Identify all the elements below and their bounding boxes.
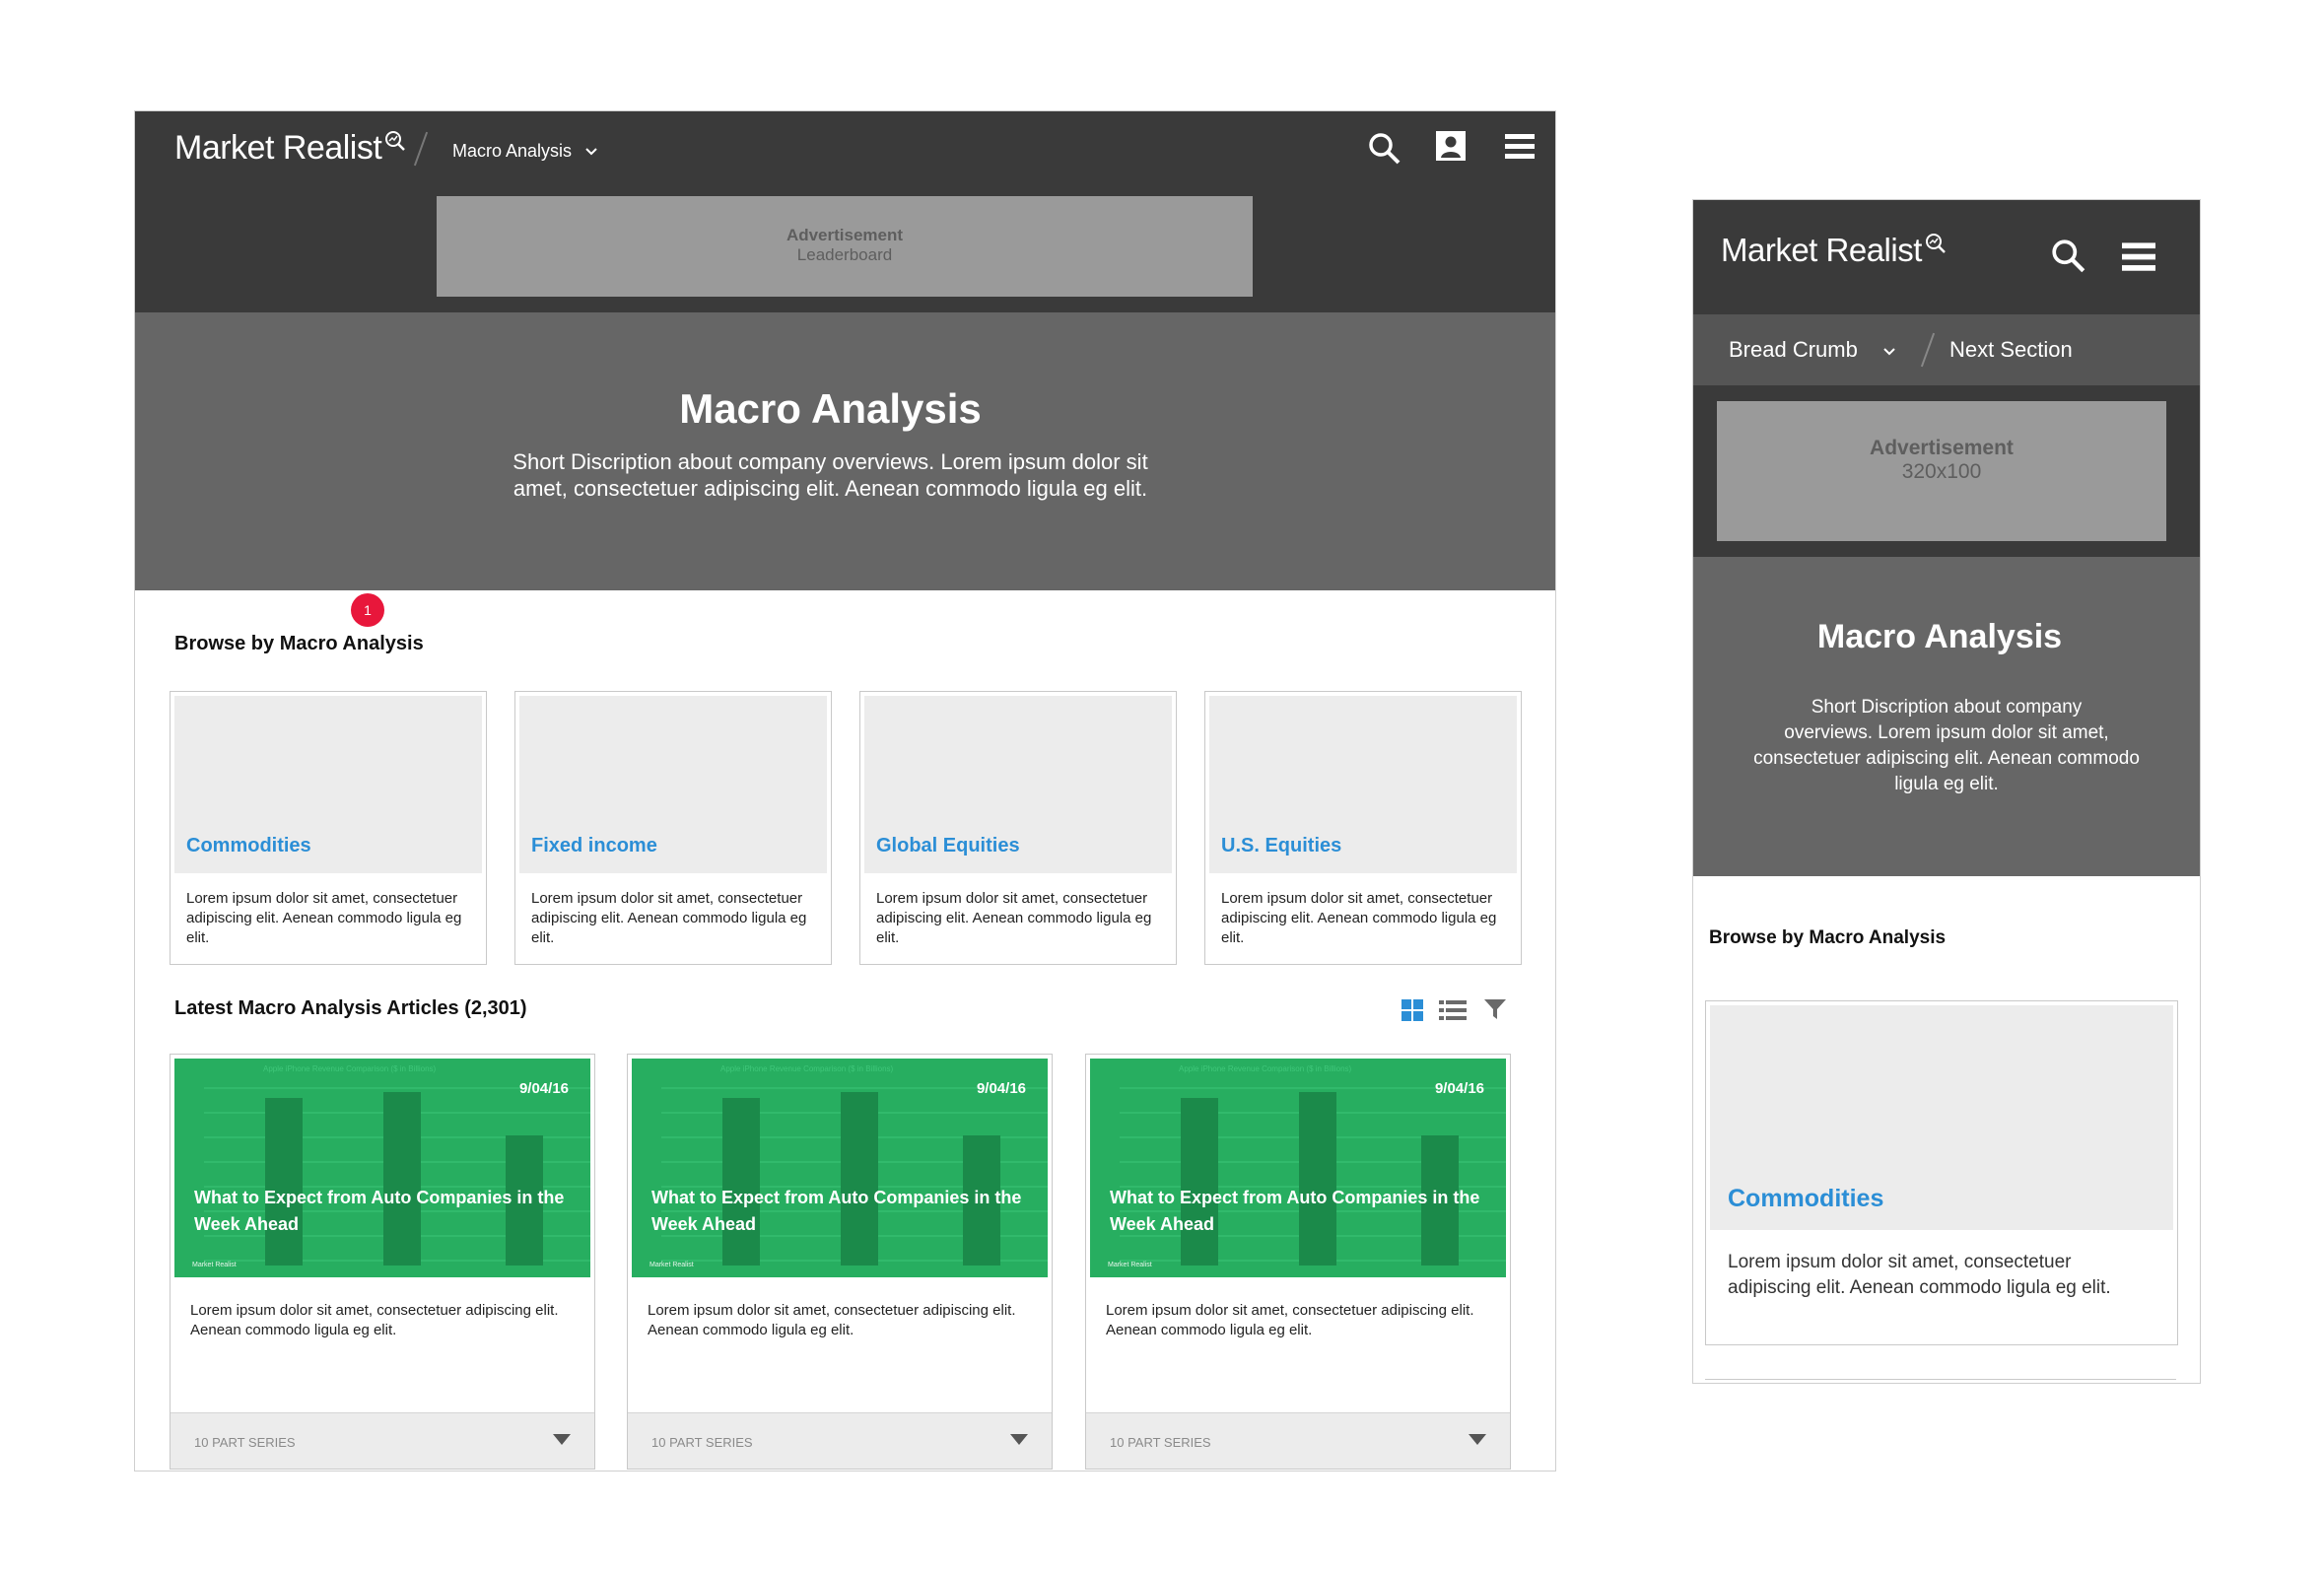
- mobile-breadcrumb-bar: Bread Crumb Next Section: [1693, 314, 2200, 385]
- category-card[interactable]: Commodities Lorem ipsum dolor sit amet, …: [170, 691, 487, 965]
- hamburger-menu-icon[interactable]: [1503, 131, 1537, 166]
- brand-logo[interactable]: Market Realist: [174, 129, 407, 168]
- mobile-category-description: Lorem ipsum dolor sit amet, consectetuer…: [1728, 1250, 2161, 1301]
- thumbnail-brand: Market Realist: [192, 1262, 237, 1268]
- mobile-category-card[interactable]: Commodities Lorem ipsum dolor sit amet, …: [1705, 1000, 2178, 1345]
- article-date: 9/04/16: [518, 1080, 569, 1097]
- series-label: 10 PART SERIES: [1110, 1435, 1211, 1450]
- article-thumbnail[interactable]: Apple iPhone Revenue Comparison ($ in Bi…: [174, 1059, 590, 1277]
- breadcrumb-divider: [413, 131, 429, 167]
- chevron-down-icon: [1864, 337, 1897, 362]
- series-label: 10 PART SERIES: [651, 1435, 753, 1450]
- article-date: 9/04/16: [976, 1080, 1026, 1097]
- category-title[interactable]: Fixed income: [531, 835, 657, 857]
- ad-label: Advertisement: [786, 226, 904, 244]
- list-view-icon[interactable]: [1439, 999, 1467, 1026]
- thumbnail-brand: Market Realist: [649, 1262, 694, 1268]
- thumbnail-chart-title: Apple iPhone Revenue Comparison ($ in Bi…: [1179, 1064, 1352, 1073]
- article-footer: 10 PART SERIES: [171, 1412, 594, 1469]
- grid-view-icon[interactable]: [1401, 998, 1424, 1027]
- ad-size-label: Leaderboard: [796, 245, 893, 264]
- mobile-hero-line1: Short Discription about company: [1811, 697, 2083, 718]
- mobile-ad-size-label: 320x100: [1901, 460, 1982, 483]
- mobile-search-icon[interactable]: [2050, 238, 2087, 280]
- article-date: 9/04/16: [1434, 1080, 1484, 1097]
- ad-band: Advertisement Leaderboard: [135, 188, 1555, 312]
- advertisement-320x100[interactable]: Advertisement 320x100: [1717, 401, 2166, 541]
- category-description: Lorem ipsum dolor sit amet, consectetuer…: [531, 890, 807, 946]
- article-card[interactable]: Apple iPhone Revenue Comparison ($ in Bi…: [1085, 1054, 1511, 1470]
- mobile-category-description-line1: Lorem ipsum dolor sit amet, consectetuer: [1728, 1252, 2072, 1272]
- page-title: Macro Analysis: [679, 385, 982, 432]
- article-headline[interactable]: What to Expect from Auto Companies in th…: [651, 1185, 1036, 1238]
- mobile-hero-section: Macro Analysis Short Discription about c…: [1693, 557, 2200, 876]
- mobile-ad-label: Advertisement: [1870, 437, 2014, 459]
- category-card[interactable]: U.S. Equities Lorem ipsum dolor sit amet…: [1204, 691, 1522, 965]
- article-headline[interactable]: What to Expect from Auto Companies in th…: [194, 1185, 579, 1238]
- article-footer: 10 PART SERIES: [628, 1412, 1052, 1469]
- chevron-down-icon: [577, 141, 598, 161]
- mobile-page-title: Macro Analysis: [1816, 618, 2063, 655]
- expand-caret-icon[interactable]: [553, 1433, 571, 1451]
- breadcrumb-dropdown[interactable]: Macro Analysis: [452, 141, 598, 162]
- advertisement-leaderboard[interactable]: Advertisement Leaderboard: [437, 196, 1253, 297]
- article-thumbnail[interactable]: Apple iPhone Revenue Comparison ($ in Bi…: [632, 1059, 1048, 1277]
- mobile-breadcrumb-dropdown[interactable]: Bread Crumb: [1729, 337, 1897, 363]
- article-excerpt: Lorem ipsum dolor sit amet, consectetuer…: [190, 1302, 559, 1338]
- mobile-category-description-line2: adipiscing elit. Aenean commodo ligula e…: [1728, 1277, 2111, 1298]
- magnifier-logo-icon: [1924, 226, 1948, 263]
- mobile-browse-section-title: Browse by Macro Analysis: [1709, 927, 1947, 948]
- mobile-hamburger-menu-icon[interactable]: [2119, 240, 2158, 278]
- article-card[interactable]: Apple iPhone Revenue Comparison ($ in Bi…: [627, 1054, 1053, 1470]
- browse-section-title: Browse by Macro Analysis: [174, 633, 424, 654]
- next-section-link[interactable]: Next Section: [1949, 337, 2073, 363]
- category-title[interactable]: Global Equities: [876, 835, 1020, 857]
- thumbnail-chart-title: Apple iPhone Revenue Comparison ($ in Bi…: [720, 1064, 894, 1073]
- thumbnail-brand: Market Realist: [1108, 1262, 1152, 1268]
- category-title[interactable]: U.S. Equities: [1221, 835, 1341, 857]
- mobile-frame: Market Realist Bread Crumb Next Section …: [1692, 199, 2201, 1384]
- next-card-edge: [1705, 1379, 2176, 1380]
- search-icon[interactable]: [1367, 131, 1402, 171]
- category-card[interactable]: Global Equities Lorem ipsum dolor sit am…: [859, 691, 1177, 965]
- expand-caret-icon[interactable]: [1010, 1433, 1028, 1451]
- article-excerpt: Lorem ipsum dolor sit amet, consectetuer…: [648, 1302, 1016, 1338]
- filter-icon[interactable]: [1483, 997, 1507, 1026]
- category-title[interactable]: Commodities: [186, 835, 311, 857]
- hero-section: Macro Analysis Short Discription about c…: [135, 312, 1555, 590]
- brand-name: Market Realist: [174, 129, 382, 167]
- top-navigation-bar: Market Realist Macro Analysis: [135, 111, 1555, 188]
- annotation-badge: 1: [351, 593, 384, 627]
- article-thumbnail[interactable]: Apple iPhone Revenue Comparison ($ in Bi…: [1090, 1059, 1506, 1277]
- article-excerpt: Lorem ipsum dolor sit amet, consectetuer…: [1106, 1302, 1474, 1338]
- article-card[interactable]: Apple iPhone Revenue Comparison ($ in Bi…: [170, 1054, 595, 1470]
- mobile-hero-line3: consectetuer adipiscing elit. Aenean com…: [1753, 748, 2140, 769]
- category-card[interactable]: Fixed income Lorem ipsum dolor sit amet,…: [514, 691, 832, 965]
- mobile-category-title[interactable]: Commodities: [1728, 1185, 1883, 1213]
- mobile-breadcrumb-label: Bread Crumb: [1729, 337, 1858, 362]
- breadcrumb-divider: [1920, 332, 1936, 368]
- category-description: Lorem ipsum dolor sit amet, consectetuer…: [186, 890, 462, 946]
- latest-articles-title: Latest Macro Analysis Articles (2,301): [174, 997, 527, 1019]
- expand-caret-icon[interactable]: [1469, 1433, 1486, 1451]
- desktop-frame: Market Realist Macro Analysis Advertisem…: [134, 110, 1556, 1471]
- account-icon[interactable]: [1434, 129, 1468, 168]
- hero-description-line1: Short Discription about company overview…: [513, 449, 1148, 474]
- mobile-hero-line2: overviews. Lorem ipsum dolor sit amet,: [1784, 722, 2109, 743]
- magnifier-logo-icon: [383, 123, 407, 162]
- category-description: Lorem ipsum dolor sit amet, consectetuer…: [876, 890, 1152, 946]
- mobile-brand-name: Market Realist: [1721, 232, 1922, 268]
- category-description: Lorem ipsum dolor sit amet, consectetuer…: [1221, 890, 1497, 946]
- mobile-top-navigation-bar: Market Realist: [1693, 200, 2200, 314]
- hero-description-line2: amet, consectetuer adipiscing elit. Aene…: [513, 476, 1148, 501]
- breadcrumb-label: Macro Analysis: [452, 141, 573, 161]
- mobile-ad-band: Advertisement 320x100: [1693, 385, 2200, 557]
- mobile-brand-logo[interactable]: Market Realist: [1721, 232, 1948, 269]
- article-footer: 10 PART SERIES: [1086, 1412, 1510, 1469]
- mobile-hero-line4: ligula eg elit.: [1894, 774, 1999, 794]
- article-headline[interactable]: What to Expect from Auto Companies in th…: [1110, 1185, 1494, 1238]
- series-label: 10 PART SERIES: [194, 1435, 296, 1450]
- thumbnail-chart-title: Apple iPhone Revenue Comparison ($ in Bi…: [263, 1064, 437, 1073]
